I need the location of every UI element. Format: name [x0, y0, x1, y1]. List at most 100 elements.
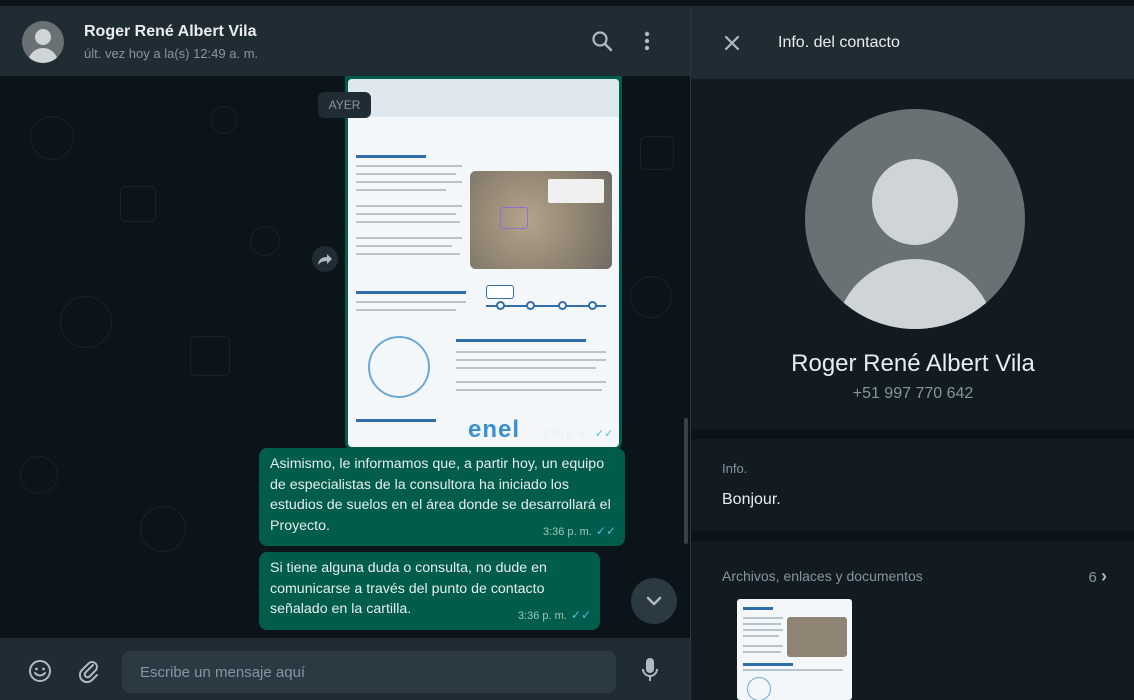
thumb-line: [743, 635, 779, 637]
brochure-text-line: [356, 181, 462, 183]
media-thumbnail[interactable]: [737, 599, 852, 700]
wallpaper-doodle: [30, 116, 74, 160]
media-count-value: 6: [1088, 569, 1097, 586]
map-legend: [548, 179, 604, 203]
forward-icon[interactable]: [312, 246, 338, 272]
wallpaper-doodle: [120, 186, 156, 222]
timeline-dot: [588, 301, 597, 310]
microphone-icon[interactable]: [640, 656, 660, 689]
wallpaper-doodle: [210, 106, 238, 134]
chevron-down-icon: [631, 596, 677, 628]
brochure-text-line: [356, 173, 456, 175]
outgoing-message[interactable]: Asimismo, le informamos que, a partir ho…: [259, 448, 625, 546]
thumb-heading: [743, 663, 793, 666]
message-list[interactable]: enel 3:36 p. m. ✓✓ AYER Asimismo, le info…: [0, 76, 690, 638]
timeline-dot: [526, 301, 535, 310]
message-time: 3:36 p. m.: [517, 609, 567, 622]
thumb-heading: [743, 607, 773, 610]
image-message[interactable]: enel 3:36 p. m. ✓✓: [345, 76, 622, 450]
more-vertical-icon[interactable]: [642, 30, 652, 57]
date-separator: AYER: [318, 92, 371, 118]
brochure-header-band: [348, 79, 619, 117]
last-seen-status: últ. vez hoy a la(s) 12:49 a. m.: [84, 46, 259, 61]
media-count[interactable]: 6 ›: [1088, 566, 1107, 587]
thumb-map: [787, 617, 847, 657]
brochure-text-line: [356, 309, 456, 311]
brochure-text-line: [356, 301, 466, 303]
emoji-icon[interactable]: [28, 659, 52, 688]
media-section-label[interactable]: Archivos, enlaces y documentos: [722, 568, 923, 584]
contact-name[interactable]: Roger René Albert Vila: [84, 23, 257, 41]
brochure-illustration: [368, 336, 430, 398]
message-input-container: [122, 651, 616, 693]
thumb-illustration: [747, 677, 771, 700]
media-section[interactable]: Archivos, enlaces y documentos 6 ›: [691, 542, 1134, 700]
paperclip-icon[interactable]: [77, 658, 101, 689]
read-receipt-icon: ✓✓: [594, 428, 614, 440]
brochure-text-line: [356, 205, 462, 207]
wallpaper-doodle: [20, 456, 58, 494]
wallpaper-doodle: [140, 506, 186, 552]
read-receipt-icon: ✓✓: [595, 523, 616, 538]
brochure-text-line: [356, 253, 460, 255]
conversation-pane: Roger René Albert Vila últ. vez hoy a la…: [0, 6, 690, 700]
close-icon[interactable]: [723, 34, 741, 57]
wallpaper-doodle: [640, 136, 674, 170]
thumb-line: [743, 629, 783, 631]
enel-logo: enel: [468, 416, 521, 443]
timeline-dot: [558, 301, 567, 310]
about-section: Info. Bonjour.: [691, 439, 1134, 531]
brochure-text-line: [356, 245, 452, 247]
brochure-text-line: [456, 367, 596, 369]
brochure-heading: [356, 155, 426, 158]
scrollbar-thumb[interactable]: [684, 418, 688, 544]
panel-title: Info. del contacto: [778, 34, 900, 51]
message-input[interactable]: [122, 651, 616, 693]
brochure-text-line: [456, 359, 606, 361]
avatar-head-shape: [35, 29, 51, 45]
whatsapp-web-window: Roger René Albert Vila últ. vez hoy a la…: [0, 0, 1134, 700]
contact-avatar[interactable]: [22, 21, 64, 63]
about-text: Bonjour.: [722, 491, 781, 508]
thumb-line: [743, 617, 783, 619]
image-timestamp: 3:36 p. m. ✓✓: [542, 428, 614, 440]
chat-header[interactable]: Roger René Albert Vila últ. vez hoy a la…: [0, 6, 690, 76]
message-meta: 3:36 p. m. ✓✓: [518, 605, 591, 627]
profile-photo[interactable]: [805, 109, 1025, 329]
avatar-head-shape: [872, 159, 958, 245]
scroll-to-bottom-button[interactable]: [631, 578, 677, 624]
thumb-line: [743, 651, 781, 653]
message-meta: 3:36 p. m. ✓✓: [543, 521, 616, 543]
outgoing-message[interactable]: Si tiene alguna duda o consulta, no dude…: [259, 552, 600, 630]
contact-info-header: Info. del contacto: [691, 6, 1134, 79]
map-project-area: [500, 207, 528, 229]
about-label: Info.: [722, 461, 748, 476]
avatar-body-shape: [835, 259, 995, 329]
wallpaper-doodle: [190, 336, 230, 376]
brochure-text-line: [356, 213, 456, 215]
profile-name: Roger René Albert Vila: [791, 350, 1035, 377]
brochure-heading: [456, 339, 586, 342]
read-receipt-icon: ✓✓: [570, 607, 591, 622]
chevron-right-icon: ›: [1101, 566, 1107, 586]
brochure-text-line: [456, 351, 606, 353]
timeline-current-stage: [486, 285, 514, 299]
message-time: 3:36 p. m.: [542, 525, 592, 538]
wallpaper-doodle: [60, 296, 112, 348]
brochure-heading: [356, 291, 466, 294]
brochure-text-line: [356, 189, 446, 191]
thumb-line: [743, 669, 843, 671]
message-composer: [0, 638, 690, 700]
brochure-heading: [356, 419, 436, 422]
brochure-map: [470, 171, 612, 269]
thumb-line: [743, 645, 783, 647]
contact-info-panel: Info. del contacto Roger René Albert Vil…: [690, 6, 1134, 700]
brochure-image[interactable]: enel 3:36 p. m. ✓✓: [348, 79, 619, 447]
thumb-line: [743, 623, 781, 625]
brochure-text-line: [356, 221, 460, 223]
avatar-body-shape: [28, 48, 58, 63]
search-icon[interactable]: [591, 30, 613, 57]
brochure-text-line: [356, 237, 462, 239]
brochure-text-line: [356, 165, 462, 167]
brochure-text-line: [456, 389, 602, 391]
